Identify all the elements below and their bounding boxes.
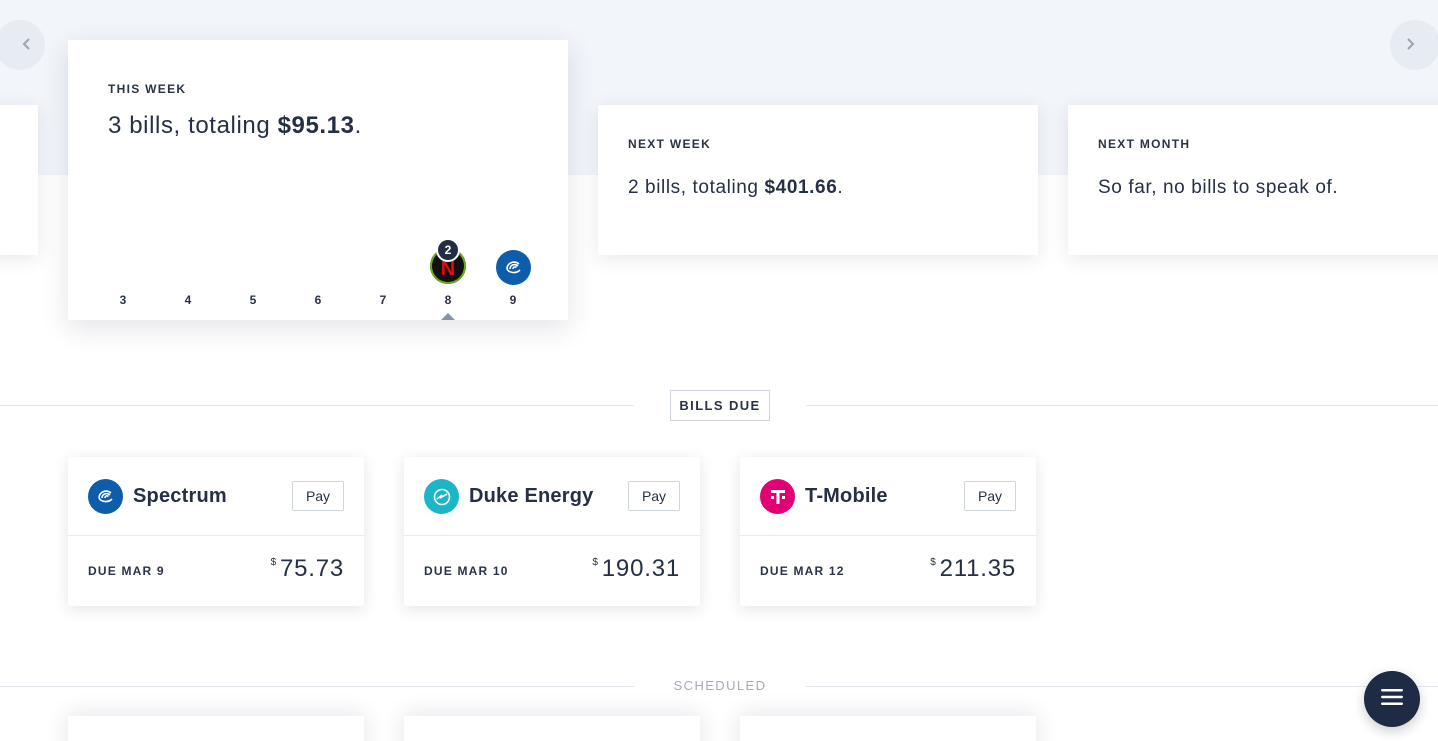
duke-energy-logo-icon	[424, 479, 459, 514]
hamburger-menu-icon	[1380, 688, 1404, 711]
carousel-next-button[interactable]	[1390, 20, 1438, 70]
scheduled-heading: SCHEDULED	[673, 678, 767, 693]
menu-button[interactable]	[1364, 671, 1420, 727]
this-week-label: THIS WEEK	[108, 82, 187, 96]
previous-week-card[interactable]	[0, 105, 38, 255]
selected-day-indicator	[441, 313, 455, 320]
biller-name: T-Mobile	[805, 485, 888, 507]
day-3[interactable]: 3	[108, 293, 138, 307]
bill-amount: $211.35	[930, 555, 1016, 582]
day-8[interactable]: 8	[433, 293, 463, 307]
t-mobile-logo-icon	[760, 479, 795, 514]
divider-left	[0, 405, 634, 406]
biller-name: Duke Energy	[469, 485, 594, 507]
bills-due-heading: BILLS DUE	[670, 390, 770, 421]
biller-name: Spectrum	[133, 485, 227, 507]
next-month-summary: So far, no bills to speak of.	[1098, 177, 1339, 198]
scheduled-bill-card[interactable]	[68, 716, 364, 741]
pay-button[interactable]: Pay	[964, 481, 1016, 511]
spectrum-logo-icon[interactable]	[496, 250, 531, 285]
day-9[interactable]: 9	[498, 293, 528, 307]
scheduled-bill-card[interactable]	[740, 716, 1036, 741]
day-5[interactable]: 5	[238, 293, 268, 307]
bill-amount: $190.31	[592, 555, 680, 582]
day-7[interactable]: 7	[368, 293, 398, 307]
bill-card-header: Duke Energy Pay	[404, 457, 700, 536]
spectrum-logo-icon	[88, 479, 123, 514]
this-week-summary: 3 bills, totaling $95.13.	[108, 112, 362, 139]
scheduled-bill-card[interactable]	[404, 716, 700, 741]
divider-right	[806, 405, 1438, 406]
due-date: DUE MAR 9	[88, 564, 165, 578]
due-date: DUE MAR 10	[424, 564, 509, 578]
bill-count-badge: 2	[436, 238, 460, 262]
this-week-card[interactable]: THIS WEEK 3 bills, totaling $95.13. 3 4 …	[68, 40, 568, 320]
next-month-label: NEXT MONTH	[1098, 137, 1191, 151]
bill-card-t-mobile[interactable]: T-Mobile Pay DUE MAR 12 $211.35	[740, 457, 1036, 606]
day-4[interactable]: 4	[173, 293, 203, 307]
chevron-left-icon	[22, 35, 32, 56]
bill-card-header: T-Mobile Pay	[740, 457, 1036, 536]
pay-button[interactable]: Pay	[292, 481, 344, 511]
next-week-total: $401.66	[764, 177, 838, 198]
divider-left	[0, 686, 634, 687]
bill-amount: $75.73	[270, 555, 344, 582]
next-week-card[interactable]: NEXT WEEK 2 bills, totaling $401.66.	[598, 105, 1038, 255]
bill-card-spectrum[interactable]: Spectrum Pay DUE MAR 9 $75.73	[68, 457, 364, 606]
pay-button[interactable]: Pay	[628, 481, 680, 511]
next-week-summary: 2 bills, totaling $401.66.	[628, 177, 844, 198]
divider-right	[806, 686, 1438, 687]
this-week-total: $95.13	[277, 112, 355, 139]
bill-card-duke-energy[interactable]: Duke Energy Pay DUE MAR 10 $190.31	[404, 457, 700, 606]
day-6[interactable]: 6	[303, 293, 333, 307]
next-month-card[interactable]: NEXT MONTH So far, no bills to speak of.	[1068, 105, 1438, 255]
chevron-right-icon	[1405, 35, 1415, 56]
bill-card-header: Spectrum Pay	[68, 457, 364, 536]
next-week-label: NEXT WEEK	[628, 137, 712, 151]
due-date: DUE MAR 12	[760, 564, 845, 578]
